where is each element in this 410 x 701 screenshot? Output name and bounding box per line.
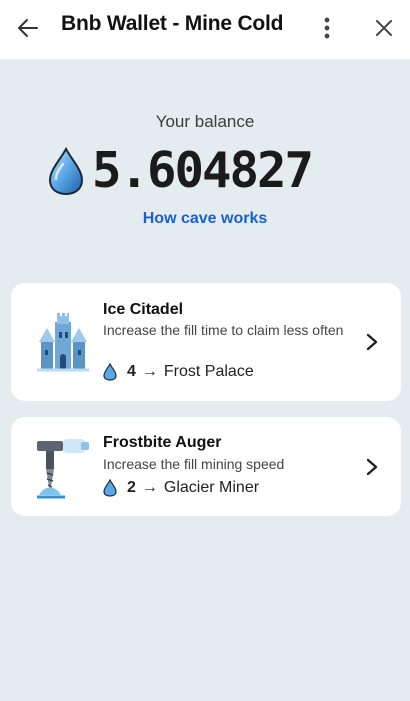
back-button[interactable] (10, 10, 46, 46)
balance-row: 5.604827 (46, 142, 314, 199)
more-button[interactable] (309, 10, 345, 46)
upgrade-title: Frostbite Auger (103, 434, 222, 451)
upgrade-cost: 4 → Frost Palace (103, 363, 254, 381)
arrow-right-glyph: → (141, 479, 158, 496)
upgrade-cost-value: 4 (127, 363, 136, 380)
chevron-right-icon (366, 458, 378, 476)
upgrade-description: Increase the fill time to claim less oft… (103, 322, 344, 338)
water-drop-icon (103, 479, 117, 497)
close-button[interactable] (366, 10, 402, 46)
page-title: Bnb Wallet - Mine Cold (61, 12, 284, 35)
upgrade-card-frostbite-auger[interactable]: Frostbite Auger Increase the fill mining… (11, 417, 401, 516)
close-icon (376, 20, 392, 36)
how-cave-works-link[interactable]: How cave works (0, 210, 410, 228)
upgrade-description: Increase the fill mining speed (103, 456, 285, 472)
upgrade-title: Ice Citadel (103, 301, 184, 318)
balance-value: 5.604827 (92, 142, 314, 199)
arrow-right-glyph: → (141, 363, 158, 380)
chevron-right-icon (366, 333, 378, 351)
water-drop-icon (48, 146, 84, 195)
upgrade-target: Frost Palace (163, 363, 254, 380)
arrow-left-icon (18, 19, 38, 37)
balance-label: Your balance (155, 112, 255, 131)
upgrade-target: Glacier Miner (163, 479, 260, 496)
top-bar: Bnb Wallet - Mine Cold (0, 0, 410, 59)
more-vertical-icon (324, 17, 330, 39)
upgrade-cost-value: 2 (127, 479, 136, 496)
water-drop-icon (103, 363, 117, 381)
ice-castle-image (37, 313, 89, 372)
upgrade-cost: 2 → Glacier Miner (103, 479, 259, 497)
upgrade-card-ice-citadel[interactable]: Ice Citadel Increase the fill time to cl… (11, 283, 401, 401)
ice-drill-image (37, 439, 89, 499)
